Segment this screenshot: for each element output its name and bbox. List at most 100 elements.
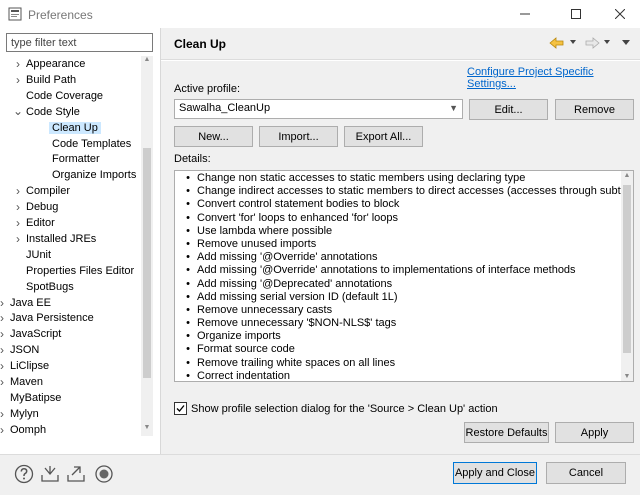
forward-history-dropdown-icon[interactable] bbox=[604, 40, 610, 44]
tree-item[interactable]: › Java EE bbox=[0, 295, 140, 311]
tree-item[interactable]: › Mylyn bbox=[0, 406, 140, 422]
tree-item[interactable]: › LiClipse bbox=[0, 358, 140, 374]
chevron-right-icon[interactable]: › bbox=[13, 199, 23, 215]
tree-item[interactable]: Properties Files Editor bbox=[0, 263, 140, 279]
tree-item[interactable]: › Build Path bbox=[0, 72, 140, 88]
chevron-right-icon[interactable]: › bbox=[0, 422, 7, 436]
details-scroll-up-icon[interactable]: ▲ bbox=[621, 172, 633, 179]
show-dialog-checkbox[interactable] bbox=[174, 402, 187, 415]
filter-input[interactable] bbox=[6, 33, 153, 52]
tree-item[interactable]: › Maven bbox=[0, 374, 140, 390]
details-item-text: Remove unused imports bbox=[197, 237, 317, 250]
tree-item-label: Formatter bbox=[52, 153, 100, 166]
tree-item-label: Debug bbox=[26, 201, 59, 214]
close-button[interactable] bbox=[600, 2, 640, 26]
chevron-right-icon[interactable]: › bbox=[13, 231, 23, 247]
chevron-right-icon[interactable]: › bbox=[13, 56, 23, 72]
tree-item[interactable]: › JSON bbox=[0, 342, 140, 358]
tree-item[interactable]: Organize Imports bbox=[0, 167, 140, 183]
apply-and-close-button[interactable]: Apply and Close bbox=[453, 462, 537, 484]
tree-item[interactable]: ⌄ Code Style bbox=[0, 104, 140, 120]
back-arrow-icon[interactable] bbox=[549, 36, 565, 53]
export-all-button[interactable]: Export All... bbox=[344, 126, 423, 147]
tree-item[interactable]: › Debug bbox=[0, 199, 140, 215]
import-preferences-icon[interactable] bbox=[40, 464, 60, 484]
bullet-icon: • bbox=[186, 343, 190, 356]
maximize-button[interactable] bbox=[556, 2, 596, 26]
tree-item[interactable]: SpotBugs bbox=[0, 279, 140, 295]
tree-item[interactable]: › Compiler bbox=[0, 183, 140, 199]
tree-scrollbar-thumb[interactable] bbox=[143, 148, 151, 378]
tree-item[interactable]: MyBatipse bbox=[0, 390, 140, 406]
tree-item[interactable]: › JavaScript bbox=[0, 326, 140, 342]
details-list[interactable]: • Change non static accesses to static me… bbox=[174, 170, 634, 382]
view-menu-icon[interactable] bbox=[622, 40, 630, 45]
details-scrollbar[interactable]: ▲ ▼ bbox=[621, 171, 633, 381]
import-button[interactable]: Import... bbox=[259, 126, 338, 147]
minimize-button[interactable] bbox=[505, 2, 545, 26]
chevron-right-icon[interactable]: › bbox=[13, 183, 23, 199]
forward-arrow-icon[interactable] bbox=[584, 36, 600, 53]
details-scrollbar-thumb[interactable] bbox=[623, 185, 631, 353]
tree-item-label: Appearance bbox=[26, 58, 86, 70]
tree-item[interactable]: Code Coverage bbox=[0, 88, 140, 104]
tree-item-label: Mylyn bbox=[10, 407, 39, 420]
tree-scrollbar[interactable] bbox=[141, 56, 153, 436]
show-dialog-option[interactable]: Show profile selection dialog for the 'S… bbox=[174, 402, 498, 415]
tree-item[interactable]: Code Templates bbox=[0, 136, 140, 152]
restore-defaults-button[interactable]: Restore Defaults bbox=[464, 422, 549, 443]
details-item-text: Add missing serial version ID (default 1… bbox=[197, 290, 398, 303]
tree-item-label: LiClipse bbox=[10, 360, 50, 373]
details-list-item: • Remove unnecessary '$NON-NLS$' tags bbox=[179, 317, 633, 330]
tree-scroll-down-icon[interactable]: ▼ bbox=[141, 424, 153, 436]
bullet-icon: • bbox=[186, 251, 190, 264]
back-history-dropdown-icon[interactable] bbox=[570, 40, 576, 44]
tree-item[interactable]: › Editor bbox=[0, 215, 140, 231]
record-icon[interactable] bbox=[94, 464, 114, 484]
tree-item[interactable]: › Installed JREs bbox=[0, 231, 140, 247]
details-item-text: Format source code bbox=[197, 343, 295, 356]
chevron-right-icon[interactable]: › bbox=[0, 406, 7, 422]
active-profile-value: Sawalha_CleanUp bbox=[179, 102, 271, 114]
bullet-icon: • bbox=[186, 172, 190, 184]
tree-item-label: Oomph bbox=[10, 423, 47, 436]
new-button[interactable]: New... bbox=[174, 126, 253, 147]
tree-item-label: Java Persistence bbox=[10, 312, 94, 325]
chevron-right-icon[interactable]: › bbox=[0, 342, 7, 358]
tree-scroll-up-icon[interactable]: ▲ bbox=[141, 56, 153, 68]
chevron-right-icon[interactable]: › bbox=[0, 310, 7, 326]
details-item-text: Change indirect accesses to static membe… bbox=[197, 185, 634, 198]
bullet-icon: • bbox=[186, 356, 190, 369]
active-profile-select[interactable]: Sawalha_CleanUp ▼ bbox=[174, 99, 463, 119]
tree-item-label: Build Path bbox=[26, 73, 77, 86]
export-preferences-icon[interactable] bbox=[66, 464, 86, 484]
remove-button[interactable]: Remove bbox=[555, 99, 634, 120]
bullet-icon: • bbox=[186, 369, 190, 382]
details-item-text: Remove unnecessary casts bbox=[197, 303, 333, 316]
chevron-right-icon[interactable]: › bbox=[0, 358, 7, 374]
tree-item[interactable]: Clean Up bbox=[0, 120, 140, 136]
chevron-right-icon[interactable]: › bbox=[13, 215, 23, 231]
chevron-right-icon[interactable]: › bbox=[0, 326, 7, 342]
details-list-item: • Add missing '@Deprecated' annotations bbox=[179, 278, 633, 291]
chevron-right-icon[interactable]: › bbox=[0, 295, 7, 311]
details-item-text: Change non static accesses to static mem… bbox=[197, 172, 526, 184]
edit-button[interactable]: Edit... bbox=[469, 99, 548, 120]
chevron-right-icon[interactable]: › bbox=[0, 374, 7, 390]
details-scroll-down-icon[interactable]: ▼ bbox=[621, 373, 633, 380]
tree-item[interactable]: JUnit bbox=[0, 247, 140, 263]
tree-item[interactable]: › Java Persistence bbox=[0, 310, 140, 326]
tree-item[interactable]: Formatter bbox=[0, 151, 140, 167]
tree-item[interactable]: › Oomph bbox=[0, 422, 140, 436]
help-icon[interactable] bbox=[14, 464, 34, 484]
configure-project-settings-link[interactable]: Configure Project Specific Settings... bbox=[467, 66, 640, 90]
tree-item[interactable]: › Appearance bbox=[0, 56, 140, 72]
cancel-button[interactable]: Cancel bbox=[546, 462, 626, 484]
chevron-right-icon[interactable]: › bbox=[13, 72, 23, 88]
apply-button[interactable]: Apply bbox=[555, 422, 634, 443]
details-list-item: • Remove unused imports bbox=[179, 237, 633, 251]
chevron-down-icon[interactable]: ⌄ bbox=[13, 104, 23, 120]
